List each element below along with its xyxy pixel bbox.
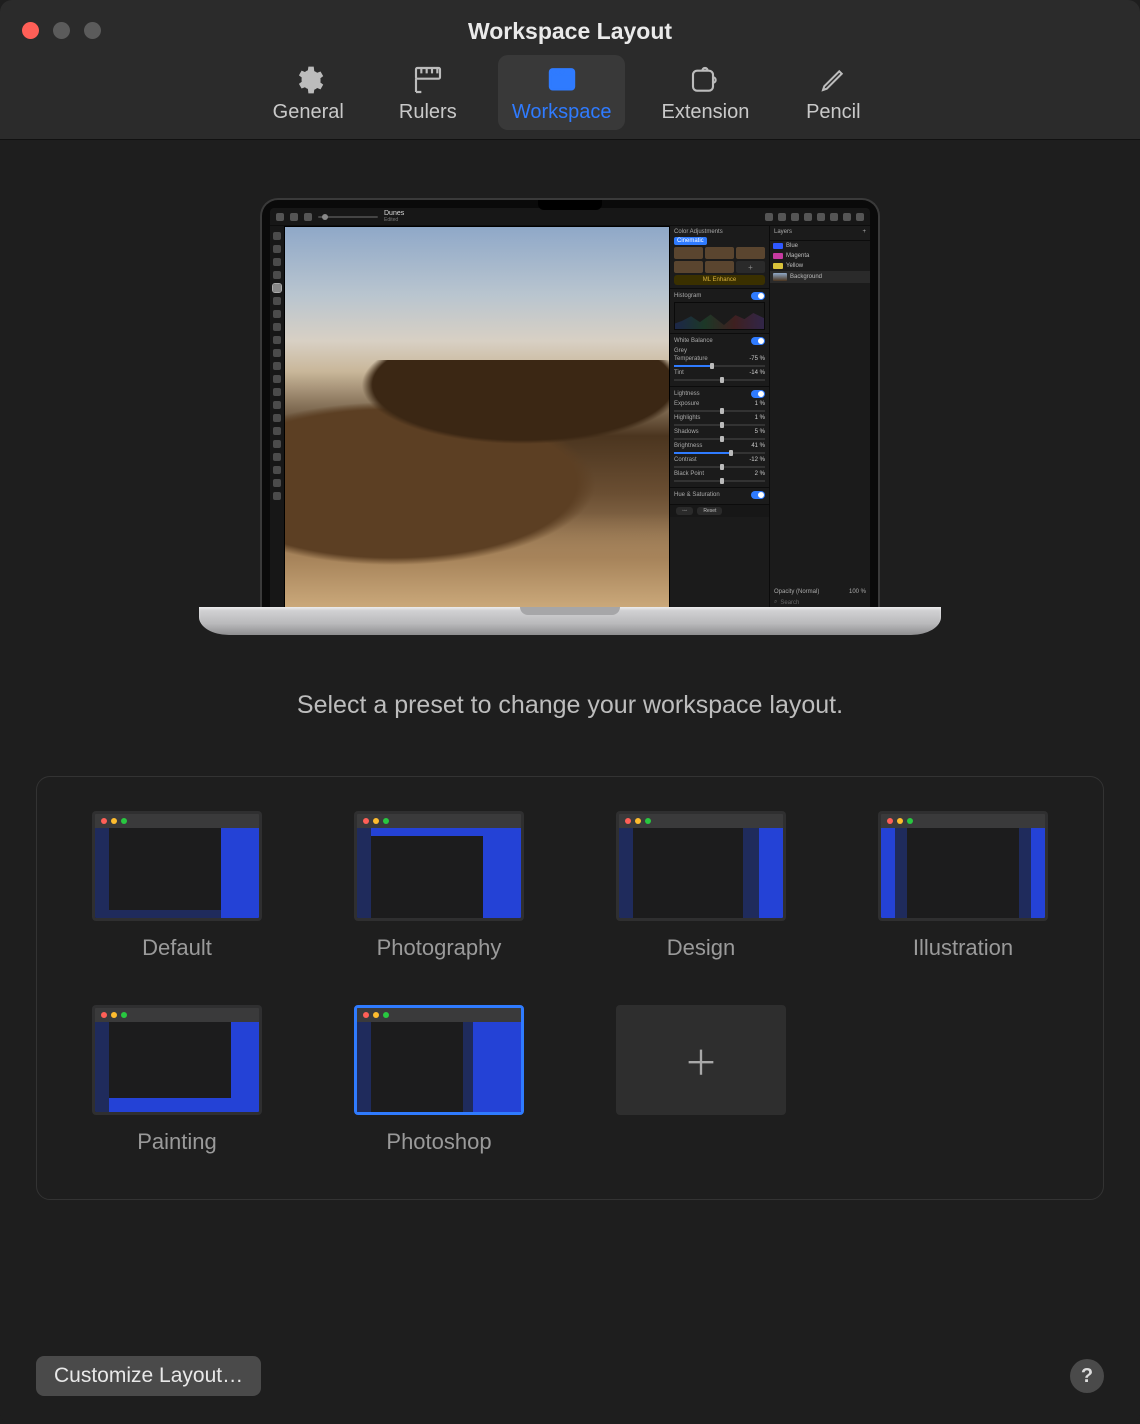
preview-brightness-label: Brightness — [674, 443, 702, 449]
close-window-button[interactable] — [22, 22, 39, 39]
tab-workspace-label: Workspace — [512, 101, 612, 124]
preferences-window: Workspace Layout General Rulers Workspac… — [0, 0, 1140, 1424]
help-button[interactable]: ? — [1070, 1359, 1104, 1393]
preview-layer-yellow: Yellow — [786, 263, 803, 269]
preview-tool-column — [270, 226, 284, 608]
preview-file-status: Edited — [384, 217, 404, 223]
preview-search-placeholder: Search — [780, 600, 799, 606]
preview-section-hue-sat: Hue & Saturation — [674, 492, 720, 498]
preset-photoshop-label: Photoshop — [386, 1129, 491, 1155]
preset-design-label: Design — [667, 935, 735, 961]
preview-section-color-adjustments: Color Adjustments — [674, 229, 723, 235]
preset-design[interactable]: Design — [595, 811, 807, 961]
preview-tint-label: Tint — [674, 370, 684, 376]
preview-contrast-value: -12 % — [749, 457, 765, 463]
preview-layer-blue: Blue — [786, 243, 798, 249]
customize-layout-button[interactable]: Customize Layout… — [36, 1356, 261, 1396]
preview-blackpoint-value: 2 % — [755, 471, 765, 477]
search-icon: ⌕ — [774, 599, 777, 606]
extension-icon — [688, 63, 722, 97]
preview-exposure-value: 1 % — [755, 401, 765, 407]
tab-workspace[interactable]: Workspace — [498, 55, 626, 130]
titlebar: Workspace Layout General Rulers Workspac… — [0, 0, 1140, 140]
plus-icon: ＋ — [684, 1036, 718, 1085]
preset-list: Default Photography — [36, 776, 1104, 1200]
preview-section-histogram: Histogram — [674, 293, 701, 299]
preview-section-white-balance: White Balance — [674, 338, 713, 344]
preview-tint-value: -14 % — [749, 370, 765, 376]
tab-pencil-label: Pencil — [806, 101, 860, 124]
preferences-tabbar: General Rulers Workspace Extension — [0, 55, 1140, 130]
preview-file-name: Dunes — [384, 210, 404, 217]
preview-app-window: Dunes Edited — [270, 208, 870, 608]
preset-illustration-label: Illustration — [913, 935, 1013, 961]
gear-icon — [291, 63, 325, 97]
zoom-window-button[interactable] — [84, 22, 101, 39]
preview-section-lightness: Lightness — [674, 391, 700, 397]
preview-temperature-label: Temperature — [674, 356, 708, 362]
preset-default[interactable]: Default — [71, 811, 283, 961]
preview-brightness-value: 41 % — [751, 443, 765, 449]
preset-illustration[interactable]: Illustration — [857, 811, 1069, 961]
preview-reset-button: Reset — [697, 507, 722, 515]
preset-painting[interactable]: Painting — [71, 1005, 283, 1155]
preview-exposure-label: Exposure — [674, 401, 699, 407]
preview-preset-select: Cinematic — [674, 237, 707, 245]
preview-shadows-value: 5 % — [755, 429, 765, 435]
preview-highlights-label: Highlights — [674, 415, 700, 421]
window-title: Workspace Layout — [0, 0, 1140, 45]
preview-opacity-label: Opacity (Normal) — [774, 589, 819, 595]
preset-photoshop[interactable]: Photoshop — [333, 1005, 545, 1155]
preview-section-layers: Layers — [774, 229, 792, 235]
footer: Customize Layout… ? — [36, 1356, 1104, 1396]
minimize-window-button[interactable] — [53, 22, 70, 39]
preview-ml-enhance: ML Enhance — [674, 275, 765, 285]
preset-default-label: Default — [142, 935, 212, 961]
pencil-icon — [816, 63, 850, 97]
tab-extension-label: Extension — [661, 101, 749, 124]
traffic-lights — [22, 22, 101, 39]
preview-blackpoint-label: Black Point — [674, 471, 704, 477]
preview-contrast-label: Contrast — [674, 457, 697, 463]
preview-opacity-value: 100 % — [849, 589, 866, 595]
add-preset-button[interactable]: ＋ — [595, 1005, 807, 1155]
instruction-text: Select a preset to change your workspace… — [297, 691, 843, 720]
preview-temperature-value: -75 % — [749, 356, 765, 362]
workspace-preview-area: Dunes Edited — [0, 140, 1140, 720]
laptop-preview: Dunes Edited — [199, 198, 941, 635]
window-icon — [545, 63, 579, 97]
ruler-icon — [411, 63, 445, 97]
preview-layer-background: Background — [790, 274, 822, 280]
preview-shadows-label: Shadows — [674, 429, 699, 435]
tab-rulers[interactable]: Rulers — [380, 55, 476, 130]
tab-extension[interactable]: Extension — [647, 55, 763, 130]
tab-rulers-label: Rulers — [399, 101, 457, 124]
preview-wb-grey: Grey — [674, 348, 687, 354]
tab-general-label: General — [273, 101, 344, 124]
preset-photography-label: Photography — [377, 935, 502, 961]
tab-pencil[interactable]: Pencil — [785, 55, 881, 130]
preset-photography[interactable]: Photography — [333, 811, 545, 961]
preview-canvas — [284, 226, 670, 608]
preview-layer-magenta: Magenta — [786, 253, 809, 259]
preview-highlights-value: 1 % — [755, 415, 765, 421]
preset-painting-label: Painting — [137, 1129, 217, 1155]
tab-general[interactable]: General — [259, 55, 358, 130]
